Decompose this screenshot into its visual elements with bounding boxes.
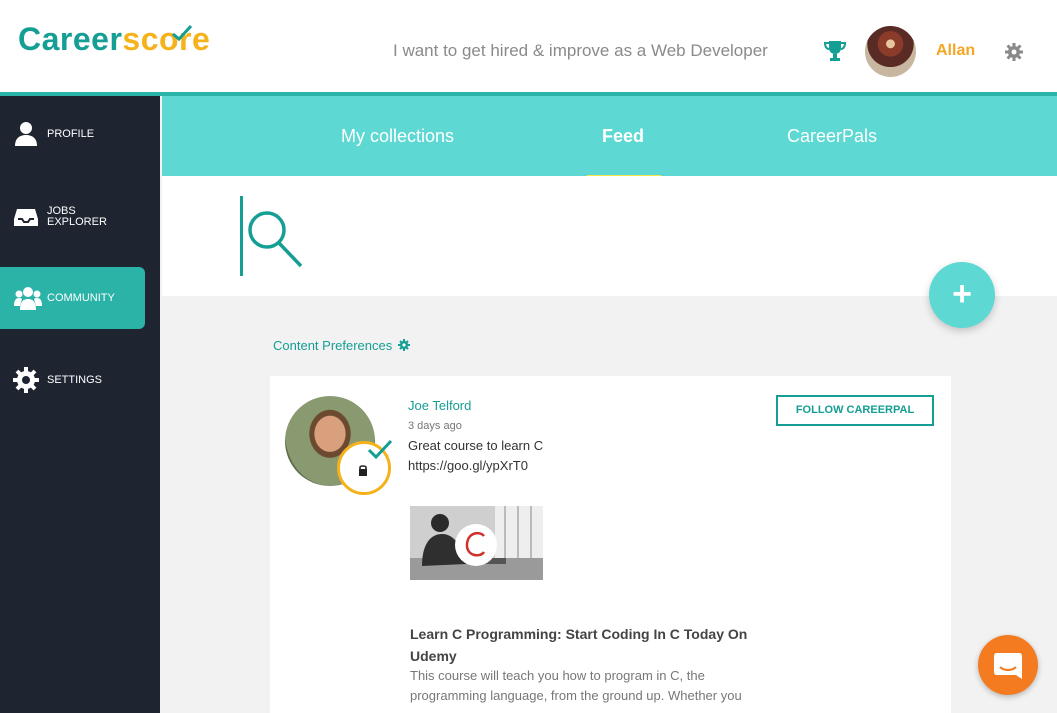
sidebar-item-label: JOBS EXPLORER <box>47 205 107 228</box>
search-input-cursor[interactable] <box>240 196 243 276</box>
chat-launcher-button[interactable] <box>978 635 1038 695</box>
inbox-icon <box>14 209 38 226</box>
search-icon[interactable] <box>246 208 304 268</box>
career-goal-tagline[interactable]: I want to get hired & improve as a Web D… <box>393 41 768 61</box>
follow-careerpal-button[interactable]: FOLLOW CAREERPAL <box>776 395 934 426</box>
sidebar-item-label: SETTINGS <box>47 373 103 386</box>
chat-icon <box>994 653 1022 679</box>
course-title[interactable]: Learn C Programming: Start Coding In C T… <box>410 623 790 667</box>
sidebar-item-community[interactable]: COMMUNITY <box>0 267 145 329</box>
tab-feed[interactable]: Feed <box>602 126 644 147</box>
trophy-icon[interactable] <box>822 38 848 64</box>
gear-icon <box>397 339 410 351</box>
gear-icon <box>13 367 39 393</box>
check-icon <box>367 439 393 460</box>
top-header: Careerscore I want to get hired & improv… <box>0 0 1057 92</box>
course-description: This course will teach you how to progra… <box>410 668 742 703</box>
gear-icon[interactable] <box>1004 42 1024 62</box>
post-timestamp: 3 days ago <box>408 420 462 432</box>
sidebar-item-settings[interactable]: SETTINGS <box>0 349 145 411</box>
post-text: Great course to learn C <box>408 438 544 453</box>
lock-icon <box>359 465 367 476</box>
sidebar-item-label: COMMUNITY <box>47 291 115 304</box>
course-thumbnail-image <box>410 506 543 580</box>
tab-careerpals[interactable]: CareerPals <box>787 126 877 147</box>
course-thumbnail[interactable] <box>410 506 543 580</box>
sidebar-item-jobs-explorer[interactable]: JOBS EXPLORER <box>0 186 145 248</box>
careerscore-logo[interactable]: Careerscore <box>18 20 210 58</box>
sidebar-item-label: PROFILE <box>47 127 95 140</box>
logo-check-icon <box>172 24 193 42</box>
sidebar: PROFILE JOBS EXPLORER COMMUNITY SETTINGS <box>0 96 160 713</box>
users-icon <box>14 287 42 310</box>
user-icon <box>15 122 37 146</box>
user-avatar[interactable] <box>865 26 916 77</box>
post-link[interactable]: https://goo.gl/ypXrT0 <box>408 458 528 473</box>
content-preferences-link[interactable]: Content Preferences <box>273 338 410 353</box>
post-author-name[interactable]: Joe Telford <box>408 398 471 413</box>
username[interactable]: Allan <box>936 42 975 60</box>
add-post-button[interactable]: + <box>929 262 995 328</box>
tab-my-collections[interactable]: My collections <box>341 126 454 147</box>
tab-bar: My collections Feed CareerPals <box>162 96 1057 176</box>
sidebar-item-profile[interactable]: PROFILE <box>0 103 145 165</box>
